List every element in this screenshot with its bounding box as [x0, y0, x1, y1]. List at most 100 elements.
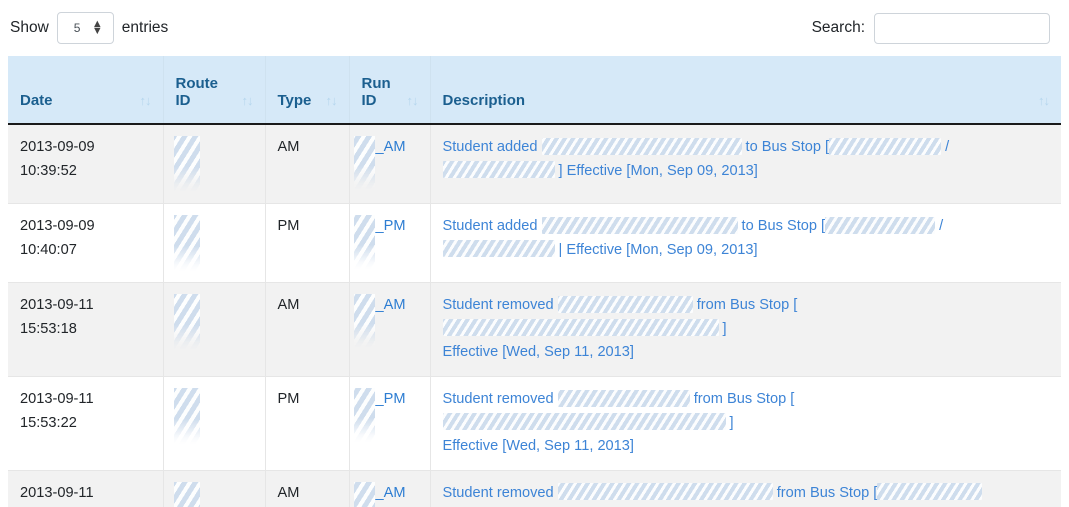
redaction-block	[174, 215, 200, 271]
cell-date: 2013-09-11 15:54:28	[8, 470, 163, 507]
show-label: Show	[10, 19, 49, 37]
sort-icon[interactable]: ↑↓	[326, 94, 337, 109]
run-id-link[interactable]: _PM	[376, 388, 406, 412]
redaction-block	[354, 215, 375, 269]
search-control: Search:	[812, 13, 1059, 44]
redaction-block	[877, 483, 982, 500]
redaction-block	[558, 390, 690, 407]
table-row[interactable]: 2013-09-09 10:40:07 PM _PM Student added to…	[8, 204, 1061, 283]
redaction-block	[354, 388, 375, 442]
cell-run-id: _AM	[349, 283, 430, 377]
redaction-block	[825, 217, 935, 234]
search-input[interactable]	[874, 13, 1050, 44]
description-link[interactable]: Student added to Bus Stop [ / | Effectiv…	[443, 218, 944, 258]
description-effective: Effective [Wed, Sep 11, 2013]	[443, 344, 634, 360]
redaction-block	[174, 136, 200, 192]
column-label-description: Description	[443, 92, 526, 109]
cell-run-id: _PM	[349, 204, 430, 283]
description-suffix: ] Effective [Mon, Sep 09, 2013]	[555, 163, 758, 179]
description-middle: from Bus Stop [	[693, 297, 798, 313]
redaction-block	[443, 240, 555, 257]
cell-date: 2013-09-09 10:40:07	[8, 204, 163, 283]
redaction-block	[354, 482, 375, 507]
description-prefix: Student removed	[443, 391, 558, 407]
column-label-date: Date	[20, 92, 53, 109]
column-header-description[interactable]: Description ↑↓	[430, 56, 1061, 124]
sort-icon[interactable]: ↑↓	[407, 94, 418, 109]
cell-route-id	[163, 376, 265, 470]
redaction-block	[558, 296, 693, 313]
description-link[interactable]: Student added to Bus Stop [ / ] Effectiv…	[443, 139, 950, 179]
table-body: 2013-09-09 10:39:52 AM _AM Student added to…	[8, 124, 1061, 507]
redaction-block	[829, 138, 941, 155]
cell-description: Student added to Bus Stop [ / | Effectiv…	[430, 204, 1061, 283]
column-header-run-id[interactable]: Run ID ↑↓	[349, 56, 430, 124]
cell-date: 2013-09-11 15:53:18	[8, 283, 163, 377]
description-effective: Effective [Wed, Sep 11, 2013]	[443, 438, 634, 454]
description-link[interactable]: Student removed from Bus Stop [ ] Effect…	[443, 485, 983, 507]
page-length-value: 5	[74, 21, 81, 35]
cell-description: Student removed from Bus Stop [ ] Effecti…	[430, 283, 1061, 377]
run-id-link[interactable]: _AM	[376, 136, 406, 160]
redaction-block	[174, 294, 200, 350]
redaction-block	[354, 136, 375, 190]
cell-route-id	[163, 470, 265, 507]
table-header: Date ↑↓ Route ID ↑↓ Type ↑↓	[8, 56, 1061, 124]
column-label-type: Type	[278, 92, 312, 109]
cell-date: 2013-09-09 10:39:52	[8, 124, 163, 204]
column-header-type[interactable]: Type ↑↓	[265, 56, 349, 124]
cell-route-id	[163, 124, 265, 204]
table-row[interactable]: 2013-09-11 15:53:22 PM _PM Student removed …	[8, 376, 1061, 470]
cell-description: Student removed from Bus Stop [ ]Effecti…	[430, 376, 1061, 470]
redaction-block	[174, 482, 200, 507]
description-prefix: Student added	[443, 218, 542, 234]
description-link[interactable]: Student removed from Bus Stop [ ] Effecti…	[443, 297, 798, 360]
redaction-block	[558, 483, 773, 500]
sort-icon[interactable]: ↑↓	[1038, 94, 1049, 109]
description-middle: from Bus Stop [	[690, 391, 795, 407]
cell-run-id: _PM	[349, 376, 430, 470]
cell-description: Student removed from Bus Stop [ ] Effect…	[430, 470, 1061, 507]
table-row[interactable]: 2013-09-09 10:39:52AM_AMStudent added to…	[8, 124, 1061, 204]
column-header-route-id[interactable]: Route ID ↑↓	[163, 56, 265, 124]
description-separator: /	[941, 139, 949, 155]
sort-icon[interactable]: ↑↓	[140, 94, 151, 109]
description-separator: /	[935, 218, 943, 234]
column-header-date[interactable]: Date ↑↓	[8, 56, 163, 124]
sort-icon[interactable]: ↑↓	[242, 94, 253, 109]
description-middle: to Bus Stop [	[738, 218, 826, 234]
cell-run-id: _AM	[349, 124, 430, 204]
cell-type: PM	[265, 376, 349, 470]
redaction-block	[174, 388, 200, 444]
table-row[interactable]: 2013-09-11 15:54:28AM_AMStudent removed …	[8, 470, 1061, 507]
description-suffix: | Effective [Mon, Sep 09, 2013]	[555, 242, 758, 258]
redaction-block	[542, 217, 738, 234]
description-prefix: Student added	[443, 139, 542, 155]
redaction-block	[354, 294, 375, 348]
table-controls-bar: Show 5 ▲ ▼ entries Search:	[8, 0, 1061, 56]
redaction-block	[443, 319, 719, 336]
spinner-down-icon: ▼	[92, 28, 103, 35]
description-middle: from Bus Stop [	[773, 485, 878, 501]
description-prefix: Student removed	[443, 485, 558, 501]
page-length-select[interactable]: 5 ▲ ▼	[57, 12, 114, 44]
column-label-route-id: Route ID	[176, 75, 236, 109]
cell-route-id	[163, 283, 265, 377]
run-id-link[interactable]: _PM	[376, 215, 406, 239]
datatable-page: Show 5 ▲ ▼ entries Search:	[0, 0, 1069, 507]
redaction-block	[443, 161, 555, 178]
run-id-link[interactable]: _AM	[376, 294, 406, 318]
spinner-icon[interactable]: ▲ ▼	[92, 21, 103, 35]
run-id-link[interactable]: _AM	[376, 482, 406, 506]
cell-date: 2013-09-11 15:53:22	[8, 376, 163, 470]
description-link[interactable]: Student removed from Bus Stop [ ]Effecti…	[443, 391, 795, 454]
redaction-block	[443, 413, 726, 430]
redaction-block	[542, 138, 742, 155]
description-suffix: ]	[719, 321, 727, 337]
cell-type: PM	[265, 204, 349, 283]
cell-type: AM	[265, 283, 349, 377]
cell-run-id: _AM	[349, 470, 430, 507]
description-prefix: Student removed	[443, 297, 558, 313]
table-row[interactable]: 2013-09-11 15:53:18 AM _AM Student removed …	[8, 283, 1061, 377]
cell-route-id	[163, 204, 265, 283]
